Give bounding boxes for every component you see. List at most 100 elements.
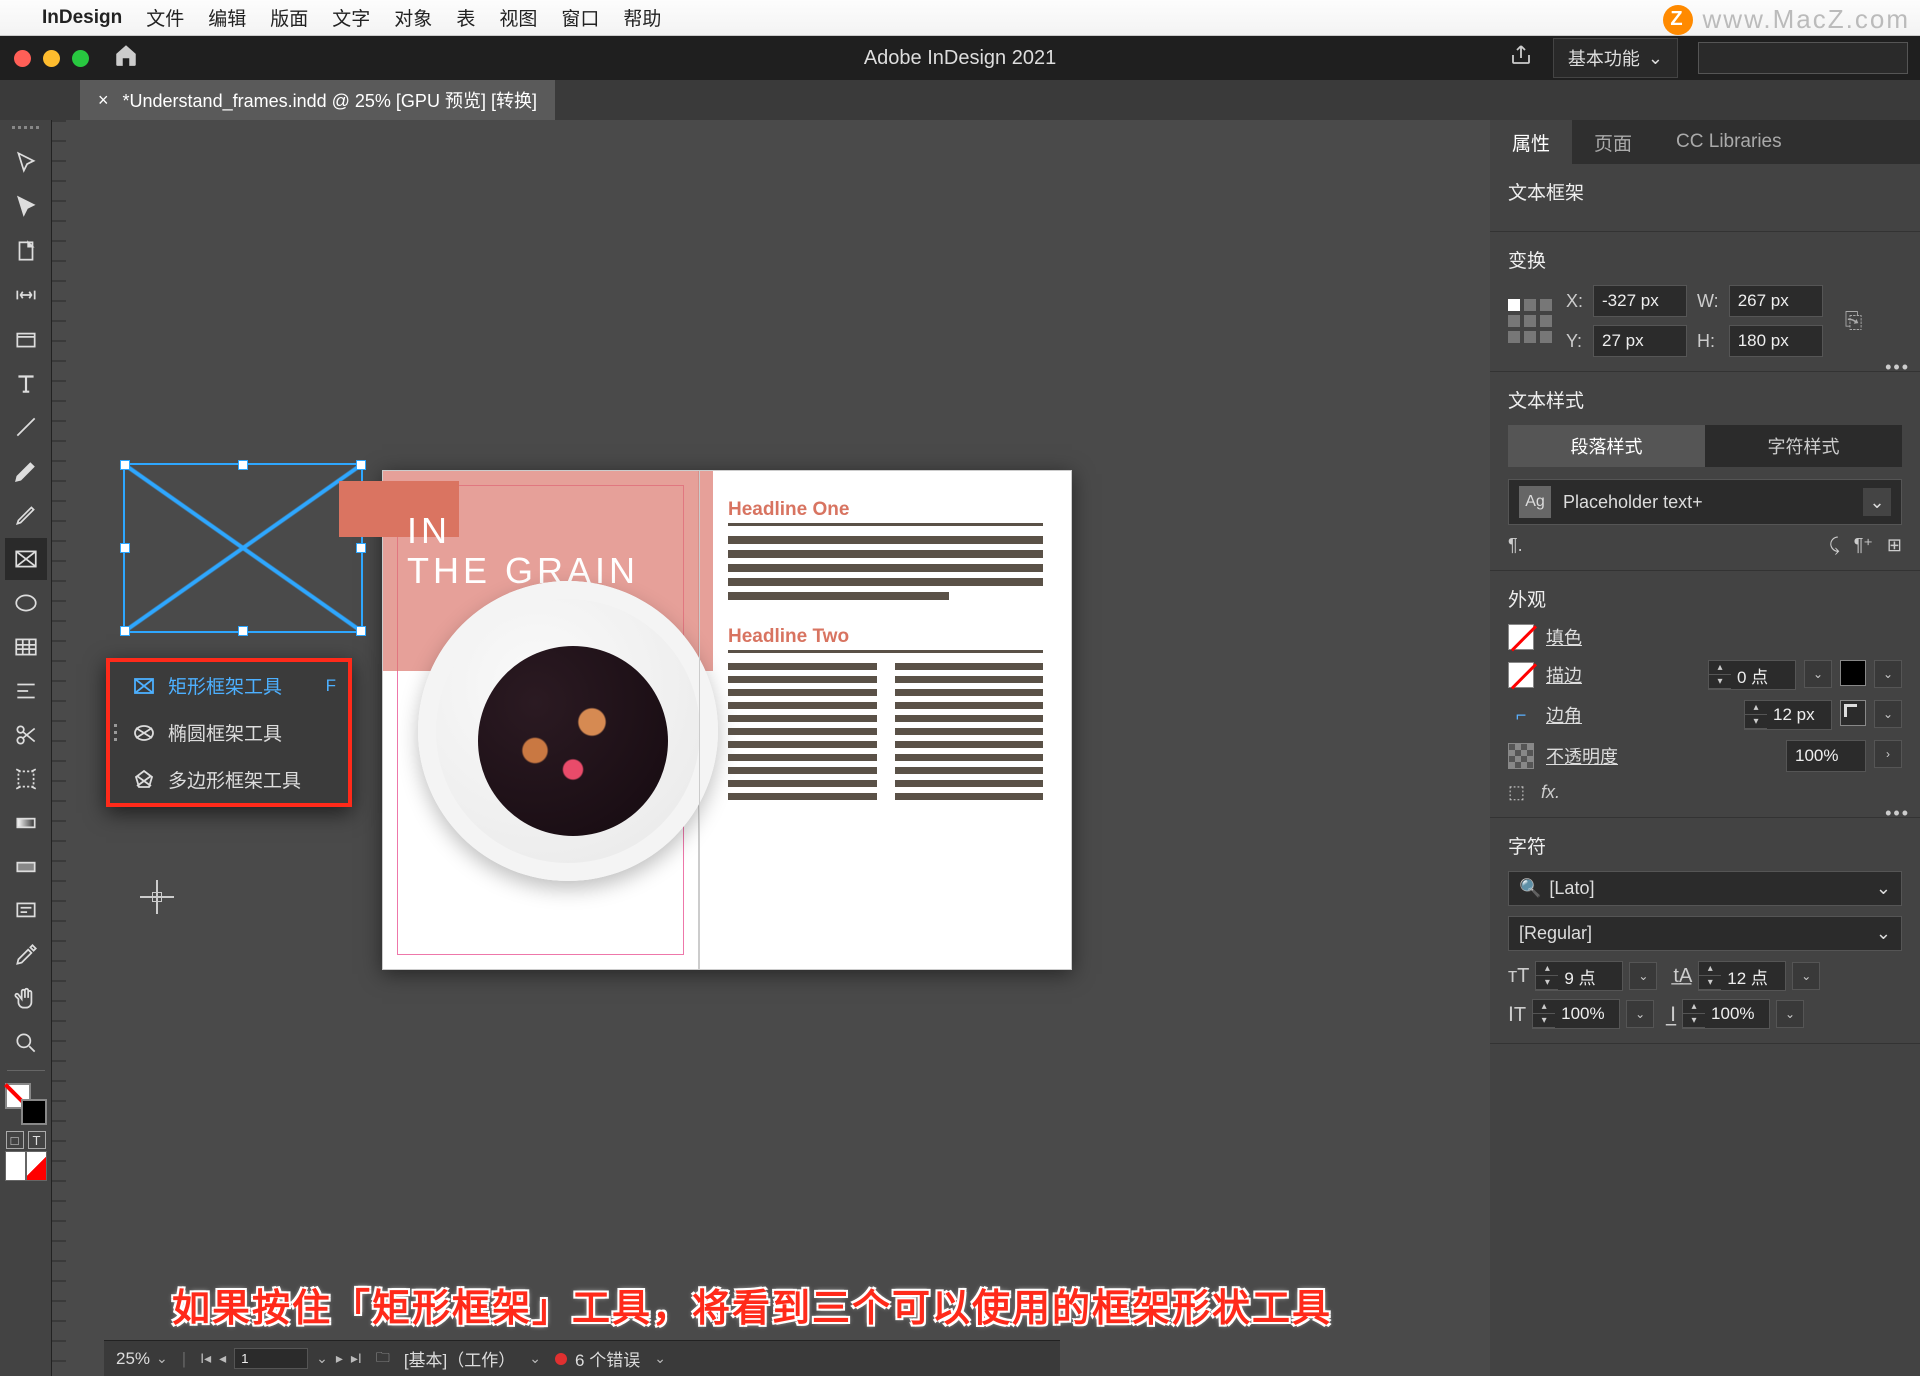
hero-title[interactable]: INTHE GRAIN xyxy=(407,511,639,590)
paragraph-style-dropdown[interactable]: Ag Placeholder text+ ⌄ xyxy=(1508,479,1902,525)
h-field[interactable] xyxy=(1729,325,1823,357)
align-tool[interactable] xyxy=(5,670,47,712)
pilcrow-icon[interactable]: ¶. xyxy=(1508,535,1523,556)
direct-selection-tool[interactable] xyxy=(5,186,47,228)
share-icon[interactable] xyxy=(1509,43,1533,73)
corner-shape-swatch[interactable] xyxy=(1840,700,1866,726)
reference-point[interactable] xyxy=(1508,299,1552,343)
gap-tool[interactable] xyxy=(5,274,47,316)
crop-icon[interactable]: ⬚ xyxy=(1508,782,1525,803)
canvas-area[interactable]: 矩形框架工具 F 椭圆框架工具 多边形框架工具 xyxy=(52,120,1490,1376)
flyout-rect-frame[interactable]: 矩形框架工具 F xyxy=(120,662,348,709)
document-spread[interactable]: INTHE GRAIN Headline One Headline Two xyxy=(382,470,1072,970)
stroke-type-swatch[interactable] xyxy=(1840,660,1866,686)
constrain-icon[interactable]: ⎘ xyxy=(1845,308,1863,334)
screen-mode[interactable] xyxy=(5,1151,47,1181)
scissors-tool[interactable] xyxy=(5,714,47,756)
next-page-icon[interactable]: ▸ xyxy=(336,1350,343,1367)
note-tool[interactable] xyxy=(5,890,47,932)
document-tab[interactable]: × *Understand_frames.indd @ 25% [GPU 预览]… xyxy=(80,80,555,120)
w-field[interactable] xyxy=(1729,285,1823,317)
character-style-tab[interactable]: 字符样式 xyxy=(1705,425,1902,467)
close-tab-icon[interactable]: × xyxy=(98,90,109,111)
pen-tool[interactable] xyxy=(5,450,47,492)
redefine-style-icon[interactable]: ¶⁺ xyxy=(1854,535,1873,556)
body-text-1[interactable] xyxy=(728,536,1043,600)
minimize-window-button[interactable] xyxy=(43,50,60,67)
gradient-swatch-tool[interactable] xyxy=(5,802,47,844)
corner-shape-dropdown[interactable]: ⌄ xyxy=(1874,700,1902,728)
corner-label[interactable]: 边角 xyxy=(1546,702,1582,728)
clear-overrides-icon[interactable]: ⤹ xyxy=(1829,535,1840,556)
headline-1[interactable]: Headline One xyxy=(728,499,1043,526)
opacity-label[interactable]: 不透明度 xyxy=(1546,743,1618,769)
menu-layout[interactable]: 版面 xyxy=(270,4,308,31)
menu-file[interactable]: 文件 xyxy=(146,4,184,31)
panel-grip[interactable] xyxy=(6,126,46,136)
search-input[interactable] xyxy=(1698,42,1908,74)
menu-view[interactable]: 视图 xyxy=(499,4,537,31)
right-page[interactable]: Headline One Headline Two xyxy=(699,470,1072,970)
close-window-button[interactable] xyxy=(14,50,31,67)
menu-edit[interactable]: 编辑 xyxy=(208,4,246,31)
eyedropper-tool[interactable] xyxy=(5,934,47,976)
page-tool[interactable] xyxy=(5,230,47,272)
left-page[interactable]: INTHE GRAIN xyxy=(382,470,699,970)
font-family-dropdown[interactable]: 🔍 [Lato]⌄ xyxy=(1508,871,1902,906)
paragraph-style-tab[interactable]: 段落样式 xyxy=(1508,425,1705,467)
zoom-window-button[interactable] xyxy=(72,50,89,67)
hscale-stepper[interactable]: ▴▾ xyxy=(1682,999,1770,1029)
open-icon[interactable]: 🗀 xyxy=(376,1347,390,1371)
fill-stroke-swatch[interactable] xyxy=(5,1083,47,1125)
tab-pages[interactable]: 页面 xyxy=(1572,120,1654,164)
font-style-dropdown[interactable]: [Regular]⌄ xyxy=(1508,916,1902,951)
content-collector-tool[interactable] xyxy=(5,318,47,360)
formatting-affects[interactable]: □T xyxy=(6,1131,46,1149)
menu-table[interactable]: 表 xyxy=(456,4,475,31)
hand-tool[interactable] xyxy=(5,978,47,1020)
pencil-tool[interactable] xyxy=(5,494,47,536)
first-page-icon[interactable]: I◂ xyxy=(200,1350,211,1367)
headline-2[interactable]: Headline Two xyxy=(728,626,1043,653)
fill-swatch[interactable] xyxy=(1508,624,1534,650)
gradient-feather-tool[interactable] xyxy=(5,846,47,888)
stroke-weight-stepper[interactable]: ▴▾ xyxy=(1708,660,1796,690)
free-transform-tool[interactable] xyxy=(5,758,47,800)
page-field[interactable] xyxy=(234,1348,308,1369)
tab-cc-libraries[interactable]: CC Libraries xyxy=(1654,120,1804,164)
y-field[interactable] xyxy=(1593,325,1687,357)
type-tool[interactable] xyxy=(5,362,47,404)
tab-properties[interactable]: 属性 xyxy=(1490,120,1572,164)
last-page-icon[interactable]: ▸I xyxy=(351,1350,362,1367)
fx-icon[interactable]: fx. xyxy=(1541,782,1560,803)
fill-label[interactable]: 填色 xyxy=(1546,624,1582,650)
rectangle-frame-tool[interactable] xyxy=(5,538,47,580)
stroke-type-dropdown[interactable]: ⌄ xyxy=(1874,660,1902,688)
opacity-field[interactable] xyxy=(1786,740,1866,772)
body-columns[interactable] xyxy=(728,663,1043,800)
corner-icon[interactable]: ⌐ xyxy=(1508,705,1534,726)
app-menu[interactable]: InDesign xyxy=(42,7,122,29)
x-field[interactable] xyxy=(1593,285,1687,317)
selection-tool[interactable] xyxy=(5,142,47,184)
menu-type[interactable]: 文字 xyxy=(332,4,370,31)
menu-window[interactable]: 窗口 xyxy=(561,4,599,31)
table-tool[interactable] xyxy=(5,626,47,668)
page-navigator[interactable]: I◂ ◂ ⌄ ▸ ▸I xyxy=(200,1348,362,1369)
leading-stepper[interactable]: ▴▾ xyxy=(1698,961,1786,991)
font-size-stepper[interactable]: ▴▾ xyxy=(1535,961,1623,991)
stroke-label[interactable]: 描边 xyxy=(1546,662,1582,688)
zoom-dropdown[interactable]: 25% ⌄ xyxy=(116,1349,168,1369)
line-tool[interactable] xyxy=(5,406,47,448)
vscale-stepper[interactable]: ▴▾ xyxy=(1532,999,1620,1029)
flyout-polygon-frame[interactable]: 多边形框架工具 xyxy=(120,756,348,803)
stroke-swatch[interactable] xyxy=(1508,662,1534,688)
corner-size-stepper[interactable]: ▴▾ xyxy=(1744,700,1832,730)
prev-page-icon[interactable]: ◂ xyxy=(219,1350,226,1367)
stroke-weight-dropdown[interactable]: ⌄ xyxy=(1804,660,1832,688)
new-style-icon[interactable]: ⊞ xyxy=(1887,535,1902,556)
menu-object[interactable]: 对象 xyxy=(394,4,432,31)
preflight-profile[interactable]: [基本]（工作） xyxy=(404,1346,515,1371)
opacity-dropdown[interactable]: › xyxy=(1874,740,1902,768)
zoom-tool[interactable] xyxy=(5,1022,47,1064)
